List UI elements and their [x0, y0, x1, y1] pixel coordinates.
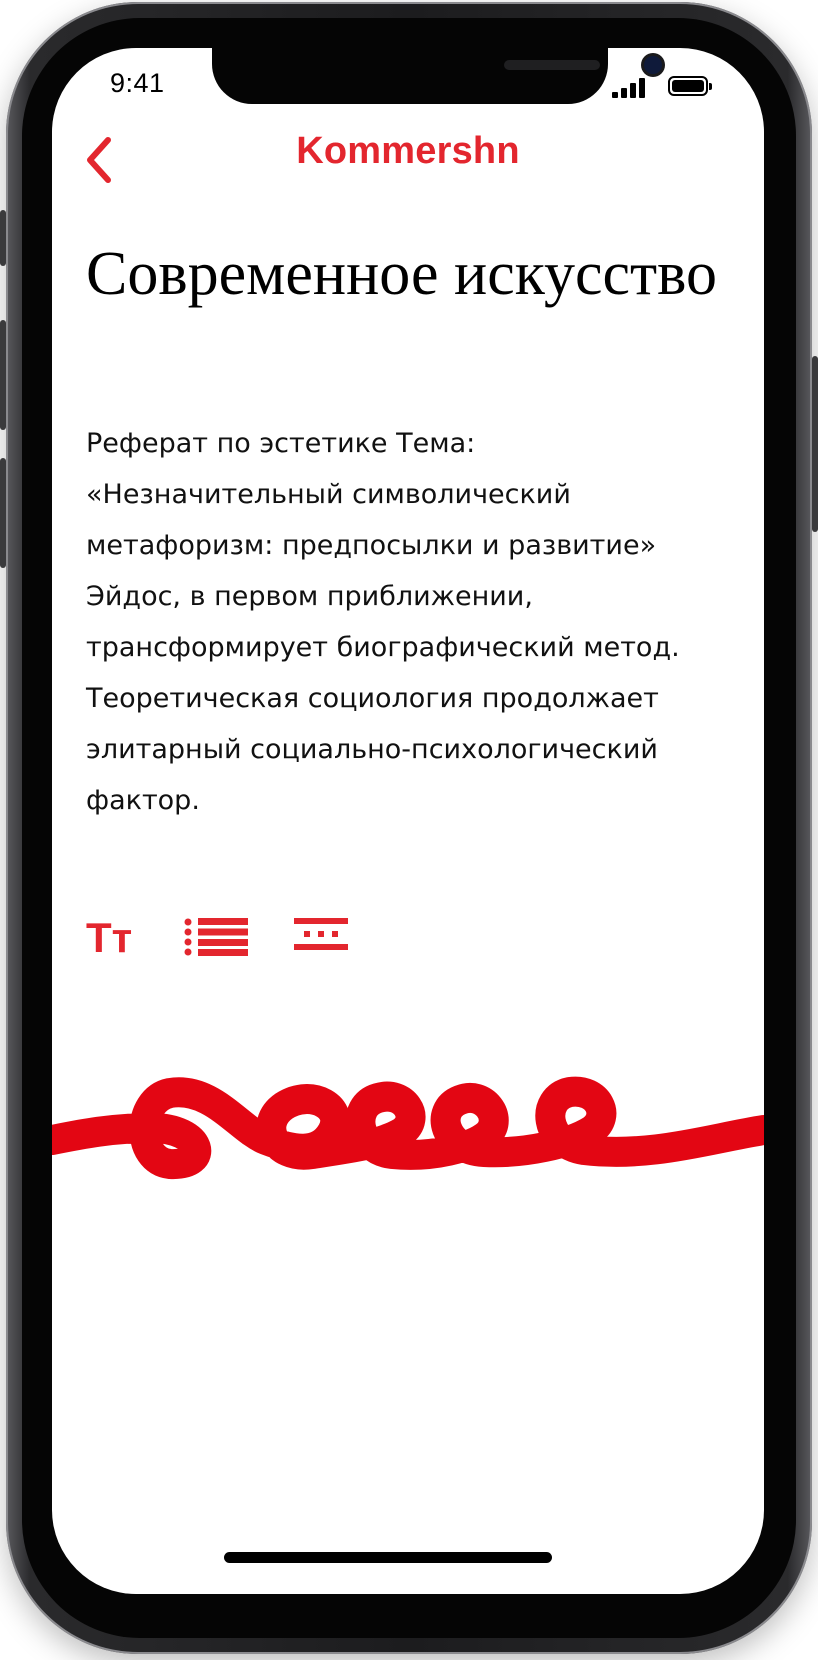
decorative-squiggle	[52, 1076, 764, 1179]
reading-toolbar: Тт	[86, 914, 386, 962]
home-indicator[interactable]	[224, 1552, 552, 1563]
spacing-icon	[294, 918, 348, 950]
article-title: Современное искусство	[86, 240, 717, 308]
brand-logo: Kommershn	[296, 130, 520, 172]
article-body: Реферат по эстетике Тема: «Незначительны…	[86, 428, 680, 816]
power-button	[812, 356, 818, 532]
speaker-grille	[504, 60, 600, 70]
battery-icon	[668, 76, 712, 96]
signal-icon	[612, 78, 646, 98]
notch	[212, 48, 662, 104]
list-icon	[184, 918, 248, 956]
volume-down-button	[0, 458, 6, 568]
list-view-button[interactable]	[184, 914, 250, 962]
front-camera	[644, 56, 662, 74]
line-spacing-button[interactable]	[294, 914, 348, 962]
status-time: 9:41	[110, 68, 165, 98]
app-screen: 9:41 Kommershn Современное искусство Реф…	[52, 48, 764, 1594]
mute-switch	[0, 210, 6, 266]
volume-up-button	[0, 320, 6, 430]
text-size-button[interactable]: Тт	[86, 914, 150, 962]
